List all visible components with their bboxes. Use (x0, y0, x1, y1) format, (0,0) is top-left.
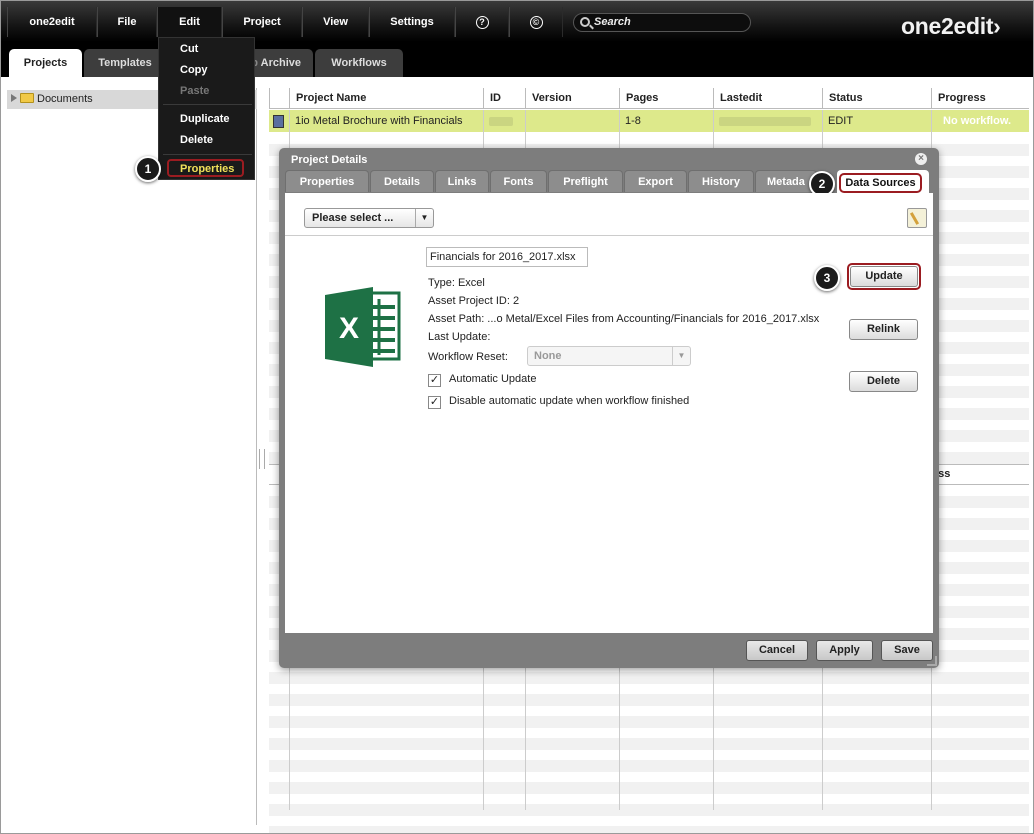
top-menubar: one2edit File Edit Project View Settings… (1, 1, 1033, 43)
app-logo: one2edit› (901, 13, 1001, 39)
menu-item-copy[interactable]: Copy (159, 60, 256, 80)
excel-x-glyph: X (339, 312, 359, 345)
disable-auto-update-checkbox[interactable]: ✓ (428, 396, 441, 409)
row-stripe (269, 716, 1029, 728)
menu-item-duplicate[interactable]: Duplicate (159, 109, 256, 129)
copyright-icon: © (529, 15, 543, 29)
help-icon: ? (475, 15, 489, 29)
cell-status: EDIT (828, 115, 854, 127)
about-button[interactable]: © (509, 7, 563, 37)
col-id[interactable]: ID (483, 88, 525, 109)
menu-file[interactable]: File (97, 7, 157, 37)
cell-progress: No workflow. (943, 115, 1012, 127)
delete-button[interactable]: Delete (849, 371, 918, 392)
cell-lastedit (713, 110, 822, 132)
data-source-file-name: Financials for 2016_2017.xlsx (426, 247, 588, 267)
row-stripe (269, 672, 1029, 684)
dialog-tab-metadata[interactable]: Metada (755, 170, 817, 192)
menu-item-properties[interactable]: Properties (167, 159, 244, 177)
col-status[interactable]: Status (822, 88, 931, 109)
app-window: one2edit File Edit Project View Settings… (0, 0, 1034, 834)
cancel-button[interactable]: Cancel (746, 640, 808, 661)
dialog-tab-preflight[interactable]: Preflight (548, 170, 623, 192)
menu-settings[interactable]: Settings (369, 7, 455, 37)
dialog-tab-details[interactable]: Details (370, 170, 434, 192)
tab-templates[interactable]: Templates (84, 49, 166, 77)
chevron-down-icon: ▼ (415, 209, 433, 227)
row-doc-icon (269, 110, 289, 132)
row-stripe (269, 782, 1029, 794)
main-tabbar: Projects Templates Job Archive Workflows (1, 43, 1033, 77)
tab-projects[interactable]: Projects (9, 49, 82, 77)
asset-project-id: Asset Project ID: 2 (428, 295, 520, 307)
row-stripe (269, 760, 1029, 772)
panel-splitter[interactable] (259, 449, 265, 469)
chevron-down-icon: ▼ (672, 347, 690, 365)
data-source-type: Type: Excel (428, 277, 485, 289)
callout-step-1: 1 (135, 156, 161, 182)
row-stripe (269, 738, 1029, 750)
menu-project[interactable]: Project (222, 7, 302, 37)
help-button[interactable]: ? (455, 7, 509, 37)
menu-item-paste: Paste (180, 85, 210, 97)
menu-view[interactable]: View (302, 7, 369, 37)
data-source-select[interactable]: Please select ... ▼ (304, 208, 434, 228)
update-button[interactable]: Update (850, 266, 918, 287)
cell-pages: 1-8 (625, 115, 641, 127)
divider (285, 235, 933, 236)
cell-version (525, 110, 619, 132)
workflow-reset-select: None ▼ (527, 346, 691, 366)
expand-arrow-icon[interactable] (11, 94, 17, 102)
row-stripe (269, 694, 1029, 706)
resize-handle[interactable] (927, 656, 937, 666)
dialog-tab-fonts[interactable]: Fonts (490, 170, 547, 192)
col-pages[interactable]: Pages (619, 88, 713, 109)
tab-workflows[interactable]: Workflows (315, 49, 403, 77)
search-input[interactable]: Search (573, 13, 751, 32)
search-icon (580, 17, 590, 27)
disable-auto-update-label: Disable automatic update when workflow f… (449, 395, 690, 407)
excel-file-icon: X (325, 287, 401, 367)
dialog-tab-export[interactable]: Export (624, 170, 687, 192)
dialog-tab-data-sources[interactable]: Data Sources (839, 173, 922, 193)
menu-separator (163, 104, 252, 105)
callout-step-3: 3 (814, 265, 840, 291)
dialog-tab-history[interactable]: History (688, 170, 754, 192)
dialog-footer: Cancel Apply Save (279, 633, 939, 668)
automatic-update-checkbox[interactable]: ✓ (428, 374, 441, 387)
project-details-dialog: Project Details × Properties Details Lin… (279, 148, 939, 668)
apply-button[interactable]: Apply (816, 640, 873, 661)
menu-item-cut[interactable]: Cut (159, 39, 256, 59)
close-icon[interactable]: × (915, 153, 927, 165)
automatic-update-label: Automatic Update (449, 373, 537, 385)
edit-pencil-icon[interactable] (907, 208, 927, 228)
cell-id (483, 110, 525, 132)
col-icon (269, 88, 289, 109)
dialog-title: Project Details (291, 154, 368, 166)
menu-edit[interactable]: Edit (157, 7, 222, 37)
workflow-reset-label: Workflow Reset: (428, 351, 508, 363)
folder-icon (20, 93, 34, 103)
col-version[interactable]: Version (525, 88, 619, 109)
col-progress[interactable]: Progress (931, 88, 1029, 109)
table-row[interactable]: 1io Metal Brochure with Financials 1-8 E… (269, 110, 1029, 132)
menu-separator (163, 154, 252, 155)
menu-item-delete[interactable]: Delete (159, 130, 256, 150)
asset-path: Asset Path: ...o Metal/Excel Files from … (428, 313, 820, 325)
last-update: Last Update: (428, 331, 491, 343)
relink-button[interactable]: Relink (849, 319, 918, 340)
menu-one2edit[interactable]: one2edit (7, 7, 97, 37)
save-button[interactable]: Save (881, 640, 933, 661)
cell-project-name: 1io Metal Brochure with Financials (295, 115, 463, 127)
col-project-name[interactable]: Project Name (289, 88, 483, 109)
folder-tree: Documents (7, 88, 257, 825)
row-stripe (269, 804, 1029, 816)
dialog-tab-links[interactable]: Links (435, 170, 489, 192)
col-lastedit[interactable]: Lastedit (713, 88, 822, 109)
dialog-tab-properties[interactable]: Properties (285, 170, 369, 192)
row-stripe (269, 826, 1029, 833)
data-sources-panel: Please select ... ▼ X Financials for 2016… (285, 193, 933, 633)
search-placeholder: Search (594, 16, 631, 28)
